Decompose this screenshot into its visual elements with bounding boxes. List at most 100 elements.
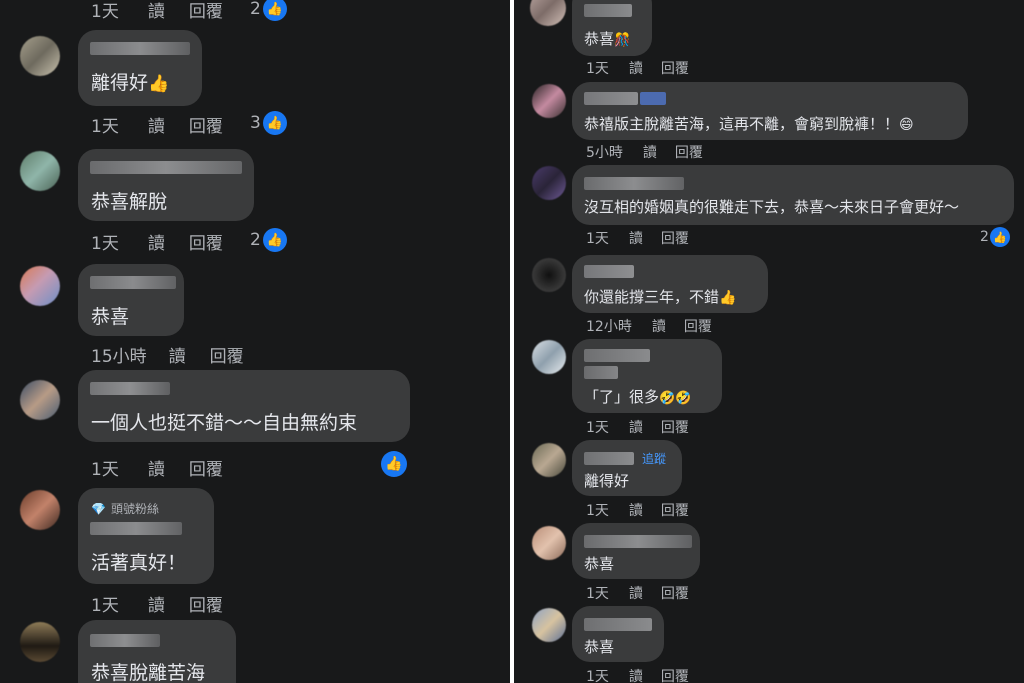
badge-label: 頭號粉絲 [110,502,159,516]
commenter-name[interactable] [584,535,692,548]
comment-actions: 1天 讀 回覆 [586,583,689,603]
avatar[interactable] [532,166,566,200]
right-comment-panel: 恭喜 🎊 1天 讀 回覆 恭禧版主脫離苦海，這再不離，會窮到脫褲！！😄 5小時 讀… [514,0,1024,683]
diamond-icon: 💎 [91,501,106,516]
avatar[interactable] [20,36,60,76]
comment-text: 恭喜脫離苦海 [91,662,206,683]
comment-actions: 1天 讀 回覆 [586,228,689,248]
commenter-name[interactable] [584,177,684,190]
avatar[interactable] [20,151,60,191]
commenter-name[interactable] [90,161,242,174]
reply-link[interactable]: 回覆 [661,583,689,603]
read-link[interactable]: 讀 [629,58,643,78]
avatar[interactable] [20,490,60,530]
avatar[interactable] [20,622,60,662]
comment-text: 恭喜 [584,638,615,656]
party-emoji-icon: 🎊 [614,33,631,48]
commenter-name[interactable] [584,452,634,465]
reply-link[interactable]: 回覆 [675,142,703,162]
commenter-name-line2 [584,366,618,379]
commenter-name[interactable] [584,349,650,362]
reply-link[interactable]: 回覆 [189,112,223,137]
comment-text: 離得好👍 [91,72,170,94]
avatar[interactable] [20,380,60,420]
reply-link[interactable]: 回覆 [661,417,689,437]
comment-text: 一個人也挺不錯～～自由無約束 [91,412,358,434]
reply-link[interactable]: 回覆 [661,58,689,78]
comment-time: 1天 [586,503,609,519]
avatar[interactable] [20,266,60,306]
commenter-name[interactable] [90,42,190,55]
avatar[interactable] [532,608,566,642]
comment-bubble: 追蹤 離得好 [572,440,682,496]
read-link[interactable]: 讀 [148,112,165,137]
comment-bubble: 一個人也挺不錯～～自由無約束 [78,370,410,442]
read-link[interactable]: 讀 [629,666,643,683]
comment-time: 15小時 [91,347,147,367]
reaction-number: 2 [980,229,989,245]
read-link[interactable]: 讀 [169,342,186,367]
comment-actions: 1天 讀 回覆 [586,417,689,437]
avatar[interactable] [532,443,566,477]
commenter-name[interactable] [90,276,176,289]
reply-link[interactable]: 回覆 [189,591,223,616]
commenter-name[interactable] [584,92,638,105]
comment-time: 1天 [91,460,119,480]
comment-time: 1天 [91,2,119,22]
reply-link[interactable]: 回覆 [189,455,223,480]
commenter-name[interactable] [584,265,634,278]
comment-text: 沒互相的婚姻真的很難走下去，恭喜～未來日子會更好～ [584,198,960,216]
commenter-name[interactable] [90,382,170,395]
comment-time: 5小時 [586,145,623,161]
reaction-count[interactable]: 👍 [381,451,407,477]
follow-link[interactable]: 追蹤 [642,450,666,467]
reply-link[interactable]: 回覆 [189,229,223,254]
comment-text: 恭喜解脫 [91,191,168,213]
read-link[interactable]: 讀 [629,583,643,603]
commenter-name[interactable] [90,522,182,535]
thumbs-up-icon: 👍 [262,228,287,252]
reply-link[interactable]: 回覆 [189,0,223,22]
comment-time: 1天 [586,231,609,247]
comment-text: 恭喜 [91,306,130,328]
reaction-number: 2 [250,0,261,19]
read-link[interactable]: 讀 [629,500,643,520]
read-link[interactable]: 讀 [629,228,643,248]
read-link[interactable]: 讀 [148,0,165,22]
avatar[interactable] [532,526,566,560]
commenter-name[interactable] [584,618,652,631]
avatar[interactable] [530,0,566,26]
thumbs-up-icon: 👍 [262,0,287,21]
avatar[interactable] [532,84,566,118]
reaction-count[interactable]: 3 👍 [250,111,287,135]
read-link[interactable]: 讀 [652,316,666,336]
commenter-name[interactable] [584,4,632,17]
read-link[interactable]: 讀 [148,455,165,480]
thumbs-up-icon: 👍 [989,227,1010,247]
reply-link[interactable]: 回覆 [661,666,689,683]
left-comment-panel: 1天 讀 回覆 2 👍 離得好👍 1天 讀 回覆 3 👍 恭喜解脫 1天 讀 回… [0,0,510,683]
reaction-count[interactable]: 2 👍 [250,228,287,252]
read-link[interactable]: 讀 [643,142,657,162]
read-link[interactable]: 讀 [629,417,643,437]
avatar[interactable] [532,340,566,374]
reaction-count[interactable]: 2 👍 [250,0,287,21]
read-link[interactable]: 讀 [148,229,165,254]
reply-link[interactable]: 回覆 [210,342,244,367]
follow-link-blurred[interactable] [640,92,666,105]
comment-time: 1天 [586,420,609,436]
reply-link[interactable]: 回覆 [661,500,689,520]
avatar[interactable] [532,258,566,292]
comment-bubble: 恭喜 [78,264,184,336]
comment-actions: 1天 讀 回覆 [586,500,689,520]
thumbs-up-emoji-icon: 👍 [148,74,170,94]
read-link[interactable]: 讀 [148,591,165,616]
smile-emoji-icon: 😄 [899,117,914,133]
reply-link[interactable]: 回覆 [684,316,712,336]
comment-text: 「了」很多🤣🤣 [584,388,692,406]
reply-link[interactable]: 回覆 [661,228,689,248]
commenter-name[interactable] [90,634,160,647]
reaction-count[interactable]: 2 👍 [980,227,1010,247]
comment-text: 恭禧版主脫離苦海，這再不離，會窮到脫褲！！😄 [584,115,914,133]
reaction-number: 2 [250,230,261,250]
